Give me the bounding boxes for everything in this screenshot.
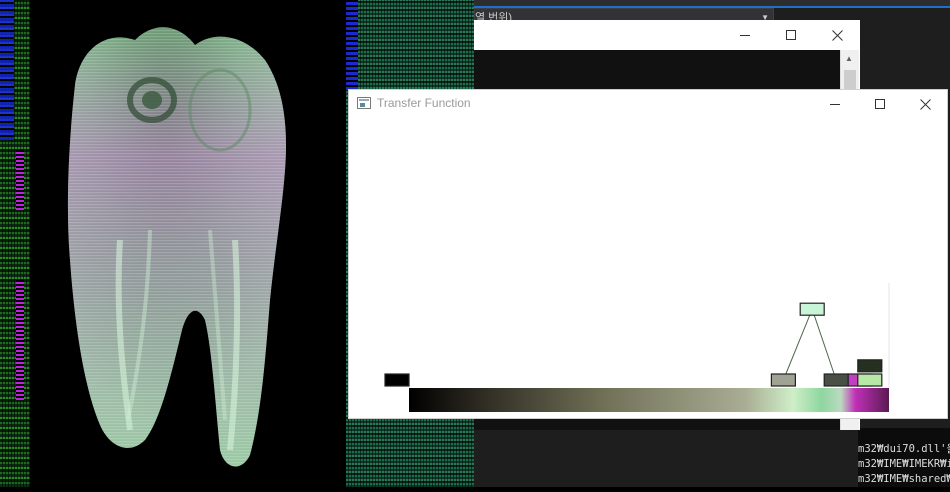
noise-magenta-band <box>16 280 24 400</box>
transfer-control-point[interactable] <box>857 373 883 387</box>
maximize-button[interactable] <box>768 20 814 50</box>
minimize-button[interactable] <box>722 20 768 50</box>
maximize-icon <box>786 30 796 40</box>
noise-magenta-band <box>16 150 24 210</box>
volume-render-viewer[interactable] <box>30 0 348 487</box>
minimize-icon <box>740 35 750 36</box>
background-noise-left <box>0 0 30 487</box>
window-title: Transfer Function <box>377 96 471 110</box>
transfer-control-point[interactable] <box>384 373 410 387</box>
console-line: m32₩IME₩IMEKR₩i <box>858 458 950 470</box>
color-gradient-bar[interactable] <box>409 388 889 412</box>
scroll-up-icon[interactable]: ▲ <box>845 54 853 63</box>
transfer-control-point[interactable] <box>770 373 796 387</box>
noise-blue-band <box>346 0 358 90</box>
noise-blue-band <box>0 0 14 140</box>
maximize-button[interactable] <box>857 90 903 118</box>
maximize-icon <box>875 99 885 109</box>
close-icon <box>919 98 931 110</box>
minimize-icon <box>830 104 840 105</box>
tooth-render <box>67 27 286 467</box>
opacity-curve <box>782 307 837 381</box>
close-icon <box>831 29 843 41</box>
window-app-icon <box>357 97 371 109</box>
tooth-scanlines <box>67 27 286 467</box>
minimize-button[interactable] <box>812 90 858 118</box>
transfer-control-point[interactable] <box>799 302 825 316</box>
transfer-control-point[interactable] <box>857 359 883 373</box>
output-console: m32₩dui70.dll'을 m32₩IME₩IMEKR₩i m32₩IME₩… <box>858 428 950 487</box>
console-line: m32₩dui70.dll'을 <box>858 443 950 455</box>
transfer-function-editor[interactable] <box>349 118 947 418</box>
transfer-function-titlebar[interactable]: Transfer Function <box>349 90 947 118</box>
close-button[interactable] <box>902 90 948 118</box>
close-button[interactable] <box>814 20 860 50</box>
transfer-control-point[interactable] <box>823 373 849 387</box>
transfer-function-window[interactable]: Transfer Function <box>348 89 948 419</box>
background-window-titlebar[interactable] <box>474 20 860 50</box>
console-line: m32₩IME₩shared₩ <box>858 473 950 485</box>
